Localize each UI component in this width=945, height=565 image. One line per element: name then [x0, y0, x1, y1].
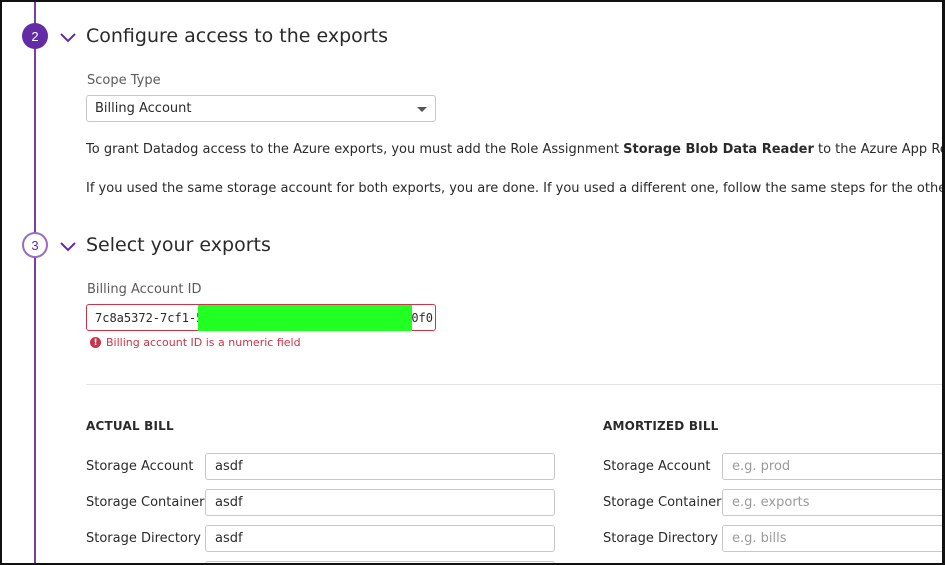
amortized-storage-account-input[interactable]: e.g. prod: [722, 453, 942, 480]
amortized-storage-directory-label: Storage Directory: [603, 531, 718, 546]
actual-storage-container-label: Storage Container: [86, 495, 205, 510]
stepper-rail: [34, 2, 36, 563]
scope-type-value: Billing Account: [95, 101, 192, 116]
billing-account-id-value-end: 0f0: [411, 311, 433, 325]
instruction-line-2: If you used the same storage account for…: [86, 181, 945, 196]
step-2-badge: 2: [22, 23, 48, 49]
amortized-storage-directory-input[interactable]: e.g. bills: [722, 525, 942, 552]
actual-storage-directory-input[interactable]: asdf: [205, 525, 555, 552]
chevron-down-icon[interactable]: [59, 240, 77, 252]
amortized-storage-account-label: Storage Account: [603, 459, 711, 474]
step-3-title: Select your exports: [86, 234, 271, 256]
billing-account-id-value-start: 7c8a5372-7cf1-58: [95, 311, 211, 325]
instruction-line-1-post: to the Azure App Registration. S: [817, 142, 942, 157]
step-3-badge: 3: [22, 232, 48, 258]
caret-down-icon: [417, 107, 427, 112]
amortized-bill-heading: AMORTIZED BILL: [603, 419, 719, 433]
amortized-storage-container-input[interactable]: e.g. exports: [722, 489, 942, 516]
actual-bill-heading: ACTUAL BILL: [86, 419, 174, 433]
actual-storage-account-label: Storage Account: [86, 459, 194, 474]
role-assignment-name: Storage Blob Data Reader: [623, 142, 814, 157]
instruction-line-1-pre: To grant Datadog access to the Azure exp…: [86, 142, 624, 157]
redaction-block: [198, 305, 412, 331]
actual-storage-account-input[interactable]: asdf: [205, 453, 555, 480]
scope-type-select[interactable]: Billing Account: [86, 95, 436, 122]
section-divider: [86, 384, 942, 385]
chevron-down-icon[interactable]: [59, 31, 77, 43]
step-2-title: Configure access to the exports: [86, 25, 388, 47]
actual-extra-input[interactable]: [205, 561, 555, 563]
scope-type-label: Scope Type: [87, 73, 161, 88]
exclamation-circle-icon: !: [90, 337, 101, 348]
amortized-storage-container-label: Storage Container: [603, 495, 722, 510]
actual-storage-directory-label: Storage Directory: [86, 531, 201, 546]
actual-storage-container-input[interactable]: asdf: [205, 489, 555, 516]
billing-account-id-label: Billing Account ID: [87, 282, 202, 297]
billing-account-id-error-text: Billing account ID is a numeric field: [106, 336, 301, 349]
billing-account-id-error: ! Billing account ID is a numeric field: [90, 336, 301, 349]
instruction-line-1: To grant Datadog access to the Azure exp…: [86, 142, 942, 157]
setup-window: 2 Configure access to the exports Scope …: [0, 0, 945, 565]
